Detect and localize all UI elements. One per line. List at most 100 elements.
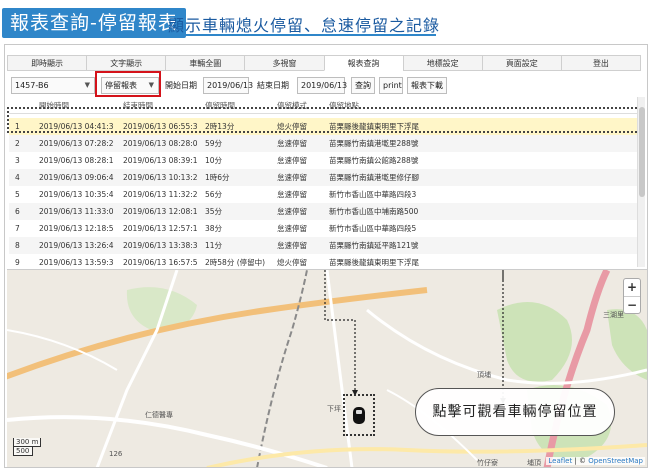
cell-duration: 2時58分 (停留中) bbox=[205, 258, 266, 267]
query-button[interactable]: 查詢 bbox=[351, 77, 375, 94]
table-row[interactable]: 3 2019/06/13 08:28:1 2019/06/13 08:39:1 10分… bbox=[9, 152, 637, 169]
cell-location: 苗栗縣竹南鎮港墘里修仔腳 bbox=[329, 173, 419, 182]
cell-end-time: 2019/06/13 12:08:1 bbox=[123, 207, 198, 216]
cell-end-time: 2019/06/13 11:32:2 bbox=[123, 190, 198, 199]
cell-stay-mode: 怠速停留 bbox=[277, 224, 307, 233]
cell-duration: 11分 bbox=[205, 241, 223, 250]
table-row[interactable]: 4 2019/06/13 09:06:4 2019/06/13 10:13:2 1時6… bbox=[9, 169, 637, 186]
map-label: 竹仔寮 bbox=[477, 459, 498, 467]
cell-stay-mode: 怠速停留 bbox=[277, 173, 307, 182]
cell-end-time: 2019/06/13 08:28:0 bbox=[123, 139, 198, 148]
map-label: 三湖里 bbox=[603, 311, 624, 319]
tab-text-view[interactable]: 文字顯示 bbox=[86, 55, 166, 71]
scale-imperial: 500 bbox=[13, 447, 33, 456]
attribution-separator: | © bbox=[572, 457, 589, 465]
cell-location: 新竹市香山區中埔南路500 bbox=[329, 207, 419, 216]
cell-duration: 59分 bbox=[205, 139, 223, 148]
cell-start-time: 2019/06/13 13:26:4 bbox=[39, 241, 114, 250]
zoom-in-button[interactable]: + bbox=[624, 279, 640, 296]
screenshot-root: { "header": { "title": "報表查詢-停留報表", "sub… bbox=[0, 0, 650, 470]
print-button[interactable]: print bbox=[379, 77, 403, 94]
cell-start-time: 2019/06/13 11:33:0 bbox=[39, 207, 114, 216]
cell-start-time: 2019/06/13 08:28:1 bbox=[39, 156, 114, 165]
tab-report-query[interactable]: 報表查詢 bbox=[323, 55, 403, 71]
cell-location: 苗栗縣竹南鎮公館路288號 bbox=[329, 156, 419, 165]
tab-bar: 即時顯示 文字顯示 車輛全圖 多視窗 報表查詢 地標設定 頁面設定 登出 bbox=[7, 55, 641, 71]
end-date-input[interactable]: 2019/06/13 bbox=[297, 77, 347, 94]
vehicle-select[interactable]: 1457-B6 ▼ bbox=[11, 77, 95, 94]
cell-duration: 10分 bbox=[205, 156, 223, 165]
table-row[interactable]: 2 2019/06/13 07:28:2 2019/06/13 08:28:0 59分… bbox=[9, 135, 637, 152]
start-date-input[interactable]: 2019/06/13 bbox=[203, 77, 253, 94]
report-type-highlight-frame bbox=[95, 71, 161, 97]
table-row[interactable]: 9 2019/06/13 13:59:3 2019/06/13 16:57:5 2時5… bbox=[9, 254, 637, 267]
cell-start-time: 2019/06/13 09:06:4 bbox=[39, 173, 114, 182]
row-index: 8 bbox=[15, 241, 20, 250]
zoom-control: + − bbox=[623, 278, 641, 314]
leaflet-link[interactable]: Leaflet bbox=[548, 457, 572, 465]
tab-page-settings[interactable]: 頁面設定 bbox=[481, 55, 561, 71]
cell-stay-mode: 怠速停留 bbox=[277, 156, 307, 165]
cell-end-time: 2019/06/13 08:39:1 bbox=[123, 156, 198, 165]
row-index: 3 bbox=[15, 156, 20, 165]
map-tiles bbox=[7, 270, 647, 467]
subtitle-underline bbox=[166, 34, 436, 36]
cell-location: 新竹市香山區中華路四段5 bbox=[329, 224, 417, 233]
map-label: 下坪 bbox=[327, 405, 341, 413]
map-scale: 300 m 500 bbox=[13, 438, 41, 456]
car-windshield bbox=[356, 410, 362, 414]
scrollbar-thumb[interactable] bbox=[639, 107, 645, 197]
row-index: 9 bbox=[15, 258, 20, 267]
row-index: 4 bbox=[15, 173, 20, 182]
map-view[interactable]: 仁德醫專 126 下坪 三湖里 頂埔 竹仔寮 埔頂 點擊可觀看車輛停留位置 + … bbox=[7, 269, 647, 467]
download-report-button[interactable]: 報表下載 bbox=[407, 77, 447, 94]
cell-duration: 56分 bbox=[205, 190, 223, 199]
row-index: 6 bbox=[15, 207, 20, 216]
table-row[interactable]: 7 2019/06/13 12:18:5 2019/06/13 12:57:1 38分… bbox=[9, 220, 637, 237]
cell-end-time: 2019/06/13 13:38:3 bbox=[123, 241, 198, 250]
cell-end-time: 2019/06/13 12:57:1 bbox=[123, 224, 198, 233]
page-title: 報表查詢-停留報表 bbox=[2, 8, 186, 38]
cell-stay-mode: 怠速停留 bbox=[277, 190, 307, 199]
map-attribution: Leaflet | © OpenStreetMap bbox=[546, 457, 645, 465]
car-icon[interactable] bbox=[353, 407, 365, 424]
tab-logout[interactable]: 登出 bbox=[560, 55, 641, 71]
cell-stay-mode: 怠速停留 bbox=[277, 139, 307, 148]
chevron-down-icon: ▼ bbox=[84, 81, 90, 89]
cell-location: 苗栗縣竹南鎮延平路121號 bbox=[329, 241, 419, 250]
map-label: 仁德醫專 bbox=[145, 411, 173, 419]
cell-location: 苗栗縣後龍鎮東明里下浮尾 bbox=[329, 258, 419, 267]
cell-start-time: 2019/06/13 10:35:4 bbox=[39, 190, 114, 199]
tab-realtime[interactable]: 即時顯示 bbox=[7, 55, 87, 71]
row-index: 2 bbox=[15, 139, 20, 148]
page-subtitle: 顯示車輛熄火停留、怠速停留之記錄 bbox=[168, 16, 441, 35]
cell-location: 新竹市香山區中華路四段3 bbox=[329, 190, 417, 199]
cell-duration: 38分 bbox=[205, 224, 223, 233]
cell-end-time: 2019/06/13 10:13:2 bbox=[123, 173, 198, 182]
cell-stay-mode: 怠速停留 bbox=[277, 207, 307, 216]
cell-end-time: 2019/06/13 16:57:5 bbox=[123, 258, 198, 267]
osm-link[interactable]: OpenStreetMap bbox=[588, 457, 643, 465]
cell-duration: 35分 bbox=[205, 207, 223, 216]
table-row[interactable]: 6 2019/06/13 11:33:0 2019/06/13 12:08:1 35分… bbox=[9, 203, 637, 220]
table-row[interactable]: 5 2019/06/13 10:35:4 2019/06/13 11:32:2 56分… bbox=[9, 186, 637, 203]
table-scrollbar[interactable] bbox=[637, 97, 645, 267]
cell-stay-mode: 怠速停留 bbox=[277, 241, 307, 250]
end-date-label: 結束日期 bbox=[257, 81, 289, 90]
tab-landmark-settings[interactable]: 地標設定 bbox=[402, 55, 482, 71]
table-row[interactable]: 8 2019/06/13 13:26:4 2019/06/13 13:38:3 11分… bbox=[9, 237, 637, 254]
map-label: 埔頂 bbox=[527, 459, 541, 467]
selected-row-frame bbox=[7, 107, 641, 133]
map-label: 頂埔 bbox=[477, 371, 491, 379]
cell-location: 苗栗縣竹南鎮港墘里288號 bbox=[329, 139, 419, 148]
map-label: 126 bbox=[109, 450, 123, 458]
cell-start-time: 2019/06/13 12:18:5 bbox=[39, 224, 114, 233]
app-panel: 即時顯示 文字顯示 車輛全圖 多視窗 報表查詢 地標設定 頁面設定 登出 145… bbox=[4, 44, 648, 468]
row-index: 5 bbox=[15, 190, 20, 199]
zoom-out-button[interactable]: − bbox=[624, 296, 640, 313]
scale-metric: 300 m bbox=[13, 438, 41, 447]
cell-duration: 1時6分 bbox=[205, 173, 230, 182]
tab-multi-window[interactable]: 多視窗 bbox=[244, 55, 324, 71]
cell-start-time: 2019/06/13 07:28:2 bbox=[39, 139, 114, 148]
tab-fleet-map[interactable]: 車輛全圖 bbox=[165, 55, 245, 71]
